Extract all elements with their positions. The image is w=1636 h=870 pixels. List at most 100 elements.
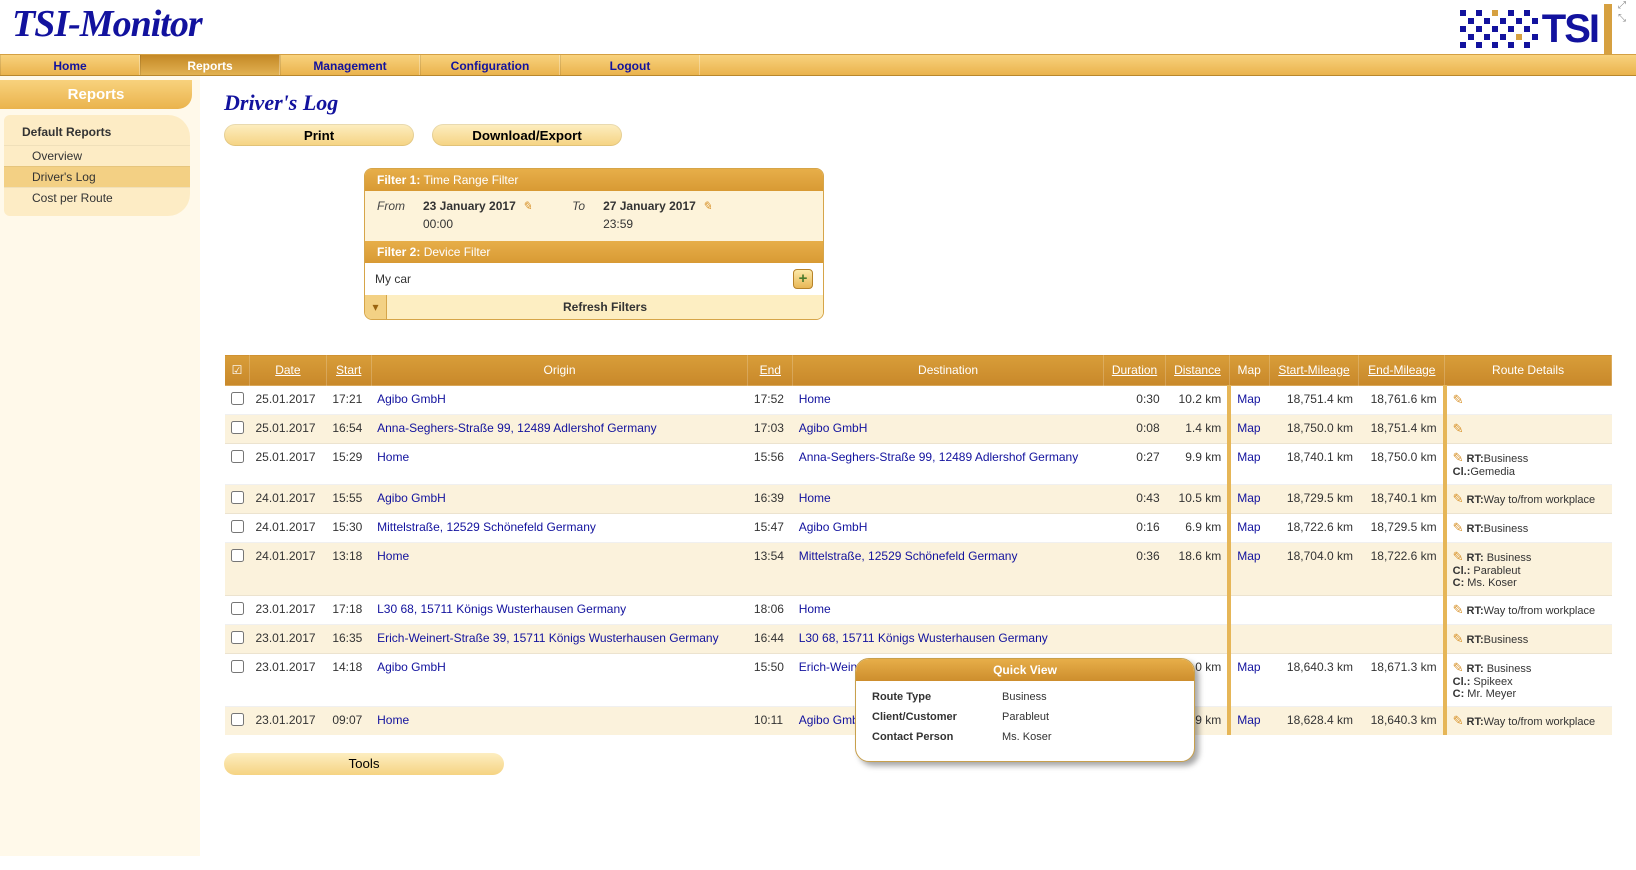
to-date[interactable]: 27 January 2017 [603,199,696,213]
nav-configuration[interactable]: Configuration [420,55,560,75]
map-link[interactable]: Map [1237,421,1260,435]
destination-link[interactable]: Agibo GmbH [799,520,868,534]
nav-reports[interactable]: Reports [140,55,280,75]
map-link[interactable]: Map [1237,713,1260,727]
cell-route-details: ✎RT:Business [1445,514,1612,543]
col-start-mileage[interactable]: Start-Mileage [1269,355,1359,386]
pencil-icon[interactable]: ✎ [1453,549,1464,564]
cell-origin: Agibo GmbH [371,485,748,514]
col-checkbox[interactable]: ☑ [225,355,250,386]
map-link[interactable]: Map [1237,549,1260,563]
origin-link[interactable]: Mittelstraße, 12529 Schönefeld Germany [377,520,596,534]
origin-link[interactable]: Agibo GmbH [377,392,446,406]
origin-link[interactable]: Anna-Seghers-Straße 99, 12489 Adlershof … [377,421,657,435]
cell-end-mileage: 18,740.1 km [1359,485,1445,514]
cell-end: 15:50 [748,654,793,707]
destination-link[interactable]: Home [799,392,831,406]
cell-date: 23.01.2017 [250,596,327,625]
origin-link[interactable]: Home [377,549,409,563]
row-checkbox[interactable] [231,392,244,405]
filter1-header: Filter 1: Time Range Filter [365,169,823,191]
col-duration[interactable]: Duration [1103,355,1165,386]
cell-start-mileage [1269,596,1359,625]
col-route-details[interactable]: Route Details [1445,355,1612,386]
map-link[interactable]: Map [1237,491,1260,505]
col-distance[interactable]: Distance [1166,355,1230,386]
row-checkbox[interactable] [231,520,244,533]
col-end[interactable]: End [748,355,793,386]
print-button[interactable]: Print [224,124,414,146]
sidebar-item-driver-s-log[interactable]: Driver's Log [4,166,190,187]
pencil-icon[interactable]: ✎ [1453,450,1464,465]
pencil-icon[interactable]: ✎ [1453,713,1464,728]
destination-link[interactable]: Home [799,602,831,616]
pencil-icon[interactable]: ✎ [522,199,532,213]
quick-view-tooltip: Quick View Route TypeBusinessClient/Cust… [855,658,1195,762]
map-link[interactable]: Map [1237,392,1260,406]
pencil-icon[interactable]: ✎ [702,199,712,213]
tools-button[interactable]: Tools [224,753,504,775]
download-export-button[interactable]: Download/Export [432,124,622,146]
expand-filters-toggle[interactable]: ▾ [365,295,387,319]
pencil-icon[interactable]: ✎ [1453,520,1464,535]
from-date[interactable]: 23 January 2017 [423,199,516,213]
top-nav: HomeReportsManagementConfigurationLogout [0,54,1636,76]
sidebar-item-cost-per-route[interactable]: Cost per Route [4,187,190,208]
cell-destination: Agibo GmbH [793,514,1104,543]
origin-link[interactable]: Agibo GmbH [377,491,446,505]
cell-destination: Anna-Seghers-Straße 99, 12489 Adlershof … [793,444,1104,485]
col-map[interactable]: Map [1229,355,1269,386]
sidebar-item-overview[interactable]: Overview [4,145,190,166]
col-start[interactable]: Start [326,355,371,386]
pencil-icon[interactable]: ✎ [1453,421,1464,436]
origin-link[interactable]: Home [377,713,409,727]
destination-link[interactable]: Home [799,491,831,505]
origin-link[interactable]: Erich-Weinert-Straße 39, 15711 Königs Wu… [377,631,719,645]
cell-end-mileage: 18,729.5 km [1359,514,1445,543]
col-end-mileage[interactable]: End-Mileage [1359,355,1445,386]
cell-start: 14:18 [326,654,371,707]
pencil-icon[interactable]: ✎ [1453,602,1464,617]
row-checkbox[interactable] [231,491,244,504]
col-date[interactable]: Date [250,355,327,386]
cell-distance: 10.5 km [1166,485,1230,514]
col-destination[interactable]: Destination [793,355,1104,386]
row-checkbox[interactable] [231,549,244,562]
fullscreen-icon[interactable]: ⤢ [1618,0,1626,11]
origin-link[interactable]: L30 68, 15711 Königs Wusterhausen German… [377,602,626,616]
map-link[interactable]: Map [1237,520,1260,534]
row-checkbox[interactable] [231,421,244,434]
cell-end-mileage: 18,640.3 km [1359,707,1445,736]
map-link[interactable]: Map [1237,660,1260,674]
cell-checkbox [225,444,250,485]
table-row: 25.01.201716:54Anna-Seghers-Straße 99, 1… [225,415,1612,444]
pencil-icon[interactable]: ✎ [1453,660,1464,675]
row-checkbox[interactable] [231,631,244,644]
expand-icon[interactable]: ⤡ [1618,13,1626,24]
cell-start: 16:54 [326,415,371,444]
row-checkbox[interactable] [231,602,244,615]
row-checkbox[interactable] [231,713,244,726]
to-time: 23:59 [603,217,712,231]
row-checkbox[interactable] [231,450,244,463]
col-origin[interactable]: Origin [371,355,748,386]
destination-link[interactable]: L30 68, 15711 Königs Wusterhausen German… [799,631,1048,645]
destination-link[interactable]: Anna-Seghers-Straße 99, 12489 Adlershof … [799,450,1079,464]
origin-link[interactable]: Agibo GmbH [377,660,446,674]
pencil-icon[interactable]: ✎ [1453,392,1464,407]
cell-start: 17:21 [326,386,371,415]
refresh-filters-button[interactable]: Refresh Filters [387,295,823,319]
origin-link[interactable]: Home [377,450,409,464]
add-device-button[interactable]: + [793,269,813,289]
row-checkbox[interactable] [231,660,244,673]
pencil-icon[interactable]: ✎ [1453,491,1464,506]
pencil-icon[interactable]: ✎ [1453,631,1464,646]
cell-start: 15:29 [326,444,371,485]
nav-home[interactable]: Home [0,55,140,75]
destination-link[interactable]: Agibo GmbH [799,421,868,435]
nav-management[interactable]: Management [280,55,420,75]
destination-link[interactable]: Mittelstraße, 12529 Schönefeld Germany [799,549,1018,563]
map-link[interactable]: Map [1237,450,1260,464]
cell-date: 23.01.2017 [250,707,327,736]
nav-logout[interactable]: Logout [560,55,700,75]
